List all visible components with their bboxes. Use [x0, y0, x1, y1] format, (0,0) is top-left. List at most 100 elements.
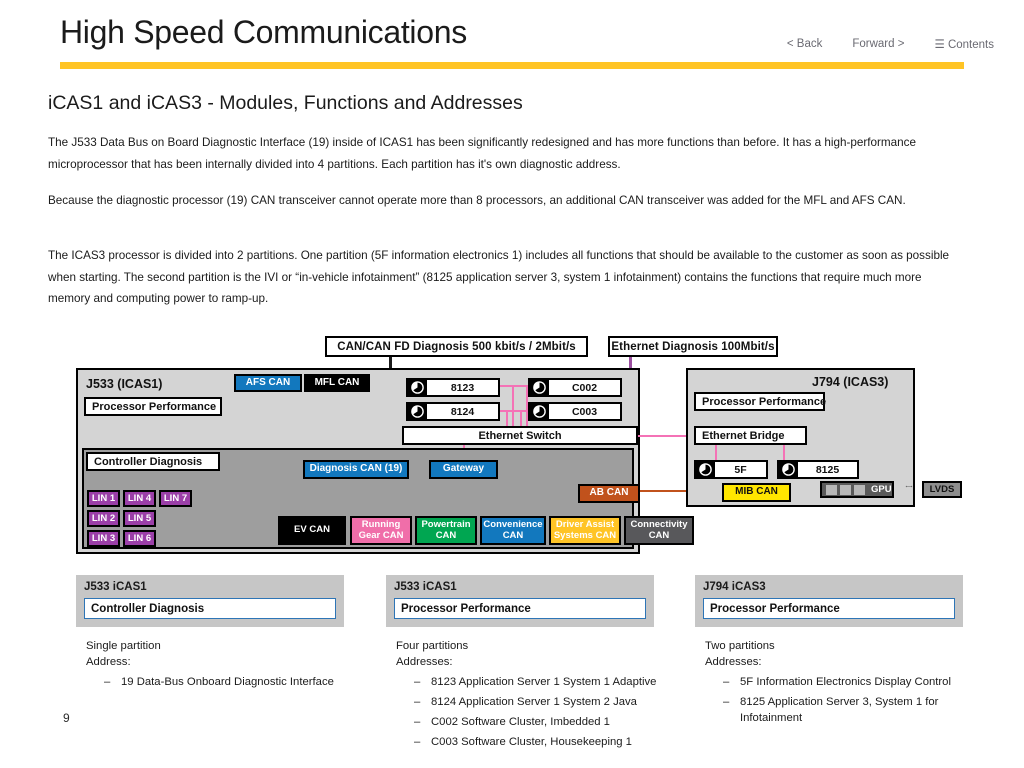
- paragraph-3: The ICAS3 processor is divided into 2 pa…: [48, 249, 950, 306]
- gpu-core-icon: [826, 484, 837, 495]
- paragraph-2: Because the diagnostic processor (19) CA…: [48, 194, 906, 207]
- nav-back-button[interactable]: < Back: [787, 38, 822, 50]
- card-lead: Single partition Address:: [86, 640, 161, 669]
- page-number: 9: [63, 711, 70, 725]
- link-c003-switch-v: [506, 410, 508, 427]
- node-chip-8125: 8125: [777, 460, 859, 479]
- node-chip-8124: 8124: [406, 402, 500, 421]
- bullet-dash: –: [723, 676, 730, 689]
- bullet-dash: –: [723, 696, 730, 709]
- node-chip-c002: C002: [528, 378, 622, 397]
- ev-can-bus: EV CAN: [278, 516, 346, 545]
- node-chip-5f: 5F: [694, 460, 768, 479]
- card-address-list: –5F Information Electronics Display Cont…: [705, 674, 973, 726]
- bus-label: Running Gear CAN: [358, 518, 404, 541]
- summary-card-1-body: Single partition Address: –19 Data-Bus O…: [86, 638, 346, 690]
- list-item-text: 8124 Application Server 1 System 2 Java: [431, 696, 637, 709]
- lin-2-chip: LIN 2: [87, 510, 120, 527]
- diagnosis-can-tag: Diagnosis CAN (19): [303, 460, 409, 479]
- callout-ethernet-diagnosis: Ethernet Diagnosis 100Mbit/s: [608, 336, 778, 357]
- afs-can-tag: AFS CAN: [234, 374, 302, 392]
- mfl-can-tag: MFL CAN: [304, 374, 370, 392]
- nav-contents-button[interactable]: ☰ Contents: [934, 37, 994, 51]
- lin-7-chip: LIN 7: [159, 490, 192, 507]
- summary-card-icas1-processor: J533 iCAS1 Processor Performance: [386, 575, 654, 627]
- gateway-tag: Gateway: [429, 460, 498, 479]
- summary-card-icas1-controller: J533 iCAS1 Controller Diagnosis: [76, 575, 344, 627]
- list-item: –19 Data-Bus Onboard Diagnostic Interfac…: [86, 674, 346, 690]
- link-c002-switch-v: [526, 385, 528, 427]
- bullet-dash: –: [414, 716, 421, 729]
- lvds-box: LVDS: [922, 481, 962, 498]
- title-underline-rule: [60, 62, 964, 69]
- bus-label: Convenience CAN: [483, 518, 543, 541]
- mib-can-tag: MIB CAN: [722, 483, 791, 502]
- processor-node-icon: [408, 380, 427, 395]
- summary-card-3-body: Two partitions Addresses: –5F Informatio…: [705, 638, 973, 726]
- ab-can-tag: AB CAN: [578, 484, 640, 503]
- list-item-text: 8123 Application Server 1 System 1 Adapt…: [431, 676, 657, 689]
- bus-label: Driver Assist Systems CAN: [553, 518, 617, 541]
- icas3-title: J794 (ICAS3): [812, 375, 889, 389]
- link-bridge-5f: [715, 445, 717, 461]
- list-item: –8124 Application Server 1 System 2 Java: [396, 694, 661, 710]
- link-c003-switch-h: [506, 410, 528, 412]
- processor-node-icon: [530, 380, 549, 395]
- list-item-text: 19 Data-Bus Onboard Diagnostic Interface: [121, 676, 334, 689]
- processor-node-icon: [530, 404, 549, 419]
- list-item: – C003 Software Cluster, Housekeeping 1: [396, 734, 661, 750]
- lin-1-chip: LIN 1: [87, 490, 120, 507]
- callout-can-diagnosis: CAN/CAN FD Diagnosis 500 kbit/s / 2Mbit/…: [325, 336, 588, 357]
- card-address-list: –19 Data-Bus Onboard Diagnostic Interfac…: [86, 674, 346, 690]
- ethernet-bridge-box: Ethernet Bridge: [694, 426, 807, 445]
- gpu-core-icon: [854, 484, 865, 495]
- icas1-title: J533 (ICAS1): [86, 377, 163, 391]
- bullet-dash: –: [414, 696, 421, 709]
- section-heading: iCAS1 and iCAS3 - Modules, Functions and…: [48, 92, 523, 114]
- bus-label: EV CAN: [294, 524, 330, 536]
- card-field-value: Controller Diagnosis: [84, 598, 336, 619]
- processor-node-icon: [779, 462, 798, 477]
- nav-forward-button[interactable]: Forward >: [852, 38, 904, 50]
- link-bridge-8125: [783, 445, 785, 461]
- icas1-controller-diagnosis-box: Controller Diagnosis: [86, 452, 220, 471]
- gpu-label: GPU: [871, 484, 892, 495]
- lin-4-chip: LIN 4: [123, 490, 156, 507]
- list-item: –5F Information Electronics Display Cont…: [705, 674, 973, 690]
- bullet-dash: –: [414, 736, 421, 749]
- ethernet-switch-box: Ethernet Switch: [402, 426, 638, 445]
- card-title: J794 iCAS3: [703, 581, 766, 593]
- lin-6-chip: LIN 6: [123, 530, 156, 547]
- list-item: – C002 Software Cluster, Imbedded 1: [396, 714, 661, 730]
- node-label: 8125: [815, 463, 840, 476]
- processor-node-icon: [408, 404, 427, 419]
- link-8124-switch-v: [520, 410, 522, 427]
- list-item-text: C003 Software Cluster, Housekeeping 1: [431, 736, 632, 749]
- bullet-dash: –: [104, 676, 111, 689]
- running-gear-can-bus: Running Gear CAN: [350, 516, 412, 545]
- node-chip-8123: 8123: [406, 378, 500, 397]
- node-label: C003: [571, 405, 598, 418]
- bus-label: Powertrain CAN: [421, 518, 471, 541]
- card-lead: Four partitions Addresses:: [396, 640, 469, 669]
- summary-card-2-body: Four partitions Addresses: –8123 Applica…: [396, 638, 661, 750]
- list-item-text: C002 Software Cluster, Imbedded 1: [431, 716, 610, 729]
- list-item: –8123 Application Server 1 System 1 Adap…: [396, 674, 661, 690]
- node-label: 5F: [734, 463, 747, 476]
- bullet-dash: –: [414, 676, 421, 689]
- node-label: 8124: [450, 405, 475, 418]
- node-label: 8123: [450, 381, 475, 394]
- connectivity-can-bus: Connectivity CAN: [624, 516, 694, 545]
- page-title: High Speed Communications: [60, 14, 467, 50]
- bus-label: Connectivity CAN: [630, 518, 688, 541]
- card-title: J533 iCAS1: [394, 581, 457, 593]
- paragraph-1: The J533 Data Bus on Board Diagnostic In…: [48, 136, 916, 171]
- node-label: C002: [571, 381, 598, 394]
- gpu-core-icon: [840, 484, 851, 495]
- gpu-lvds-arrow-icon: [905, 485, 913, 488]
- card-lead: Two partitions Addresses:: [705, 640, 775, 669]
- list-item-text: 5F Information Electronics Display Contr…: [740, 676, 951, 689]
- card-address-list: –8123 Application Server 1 System 1 Adap…: [396, 674, 661, 750]
- card-title: J533 iCAS1: [84, 581, 147, 593]
- gpu-box: GPU: [820, 481, 894, 498]
